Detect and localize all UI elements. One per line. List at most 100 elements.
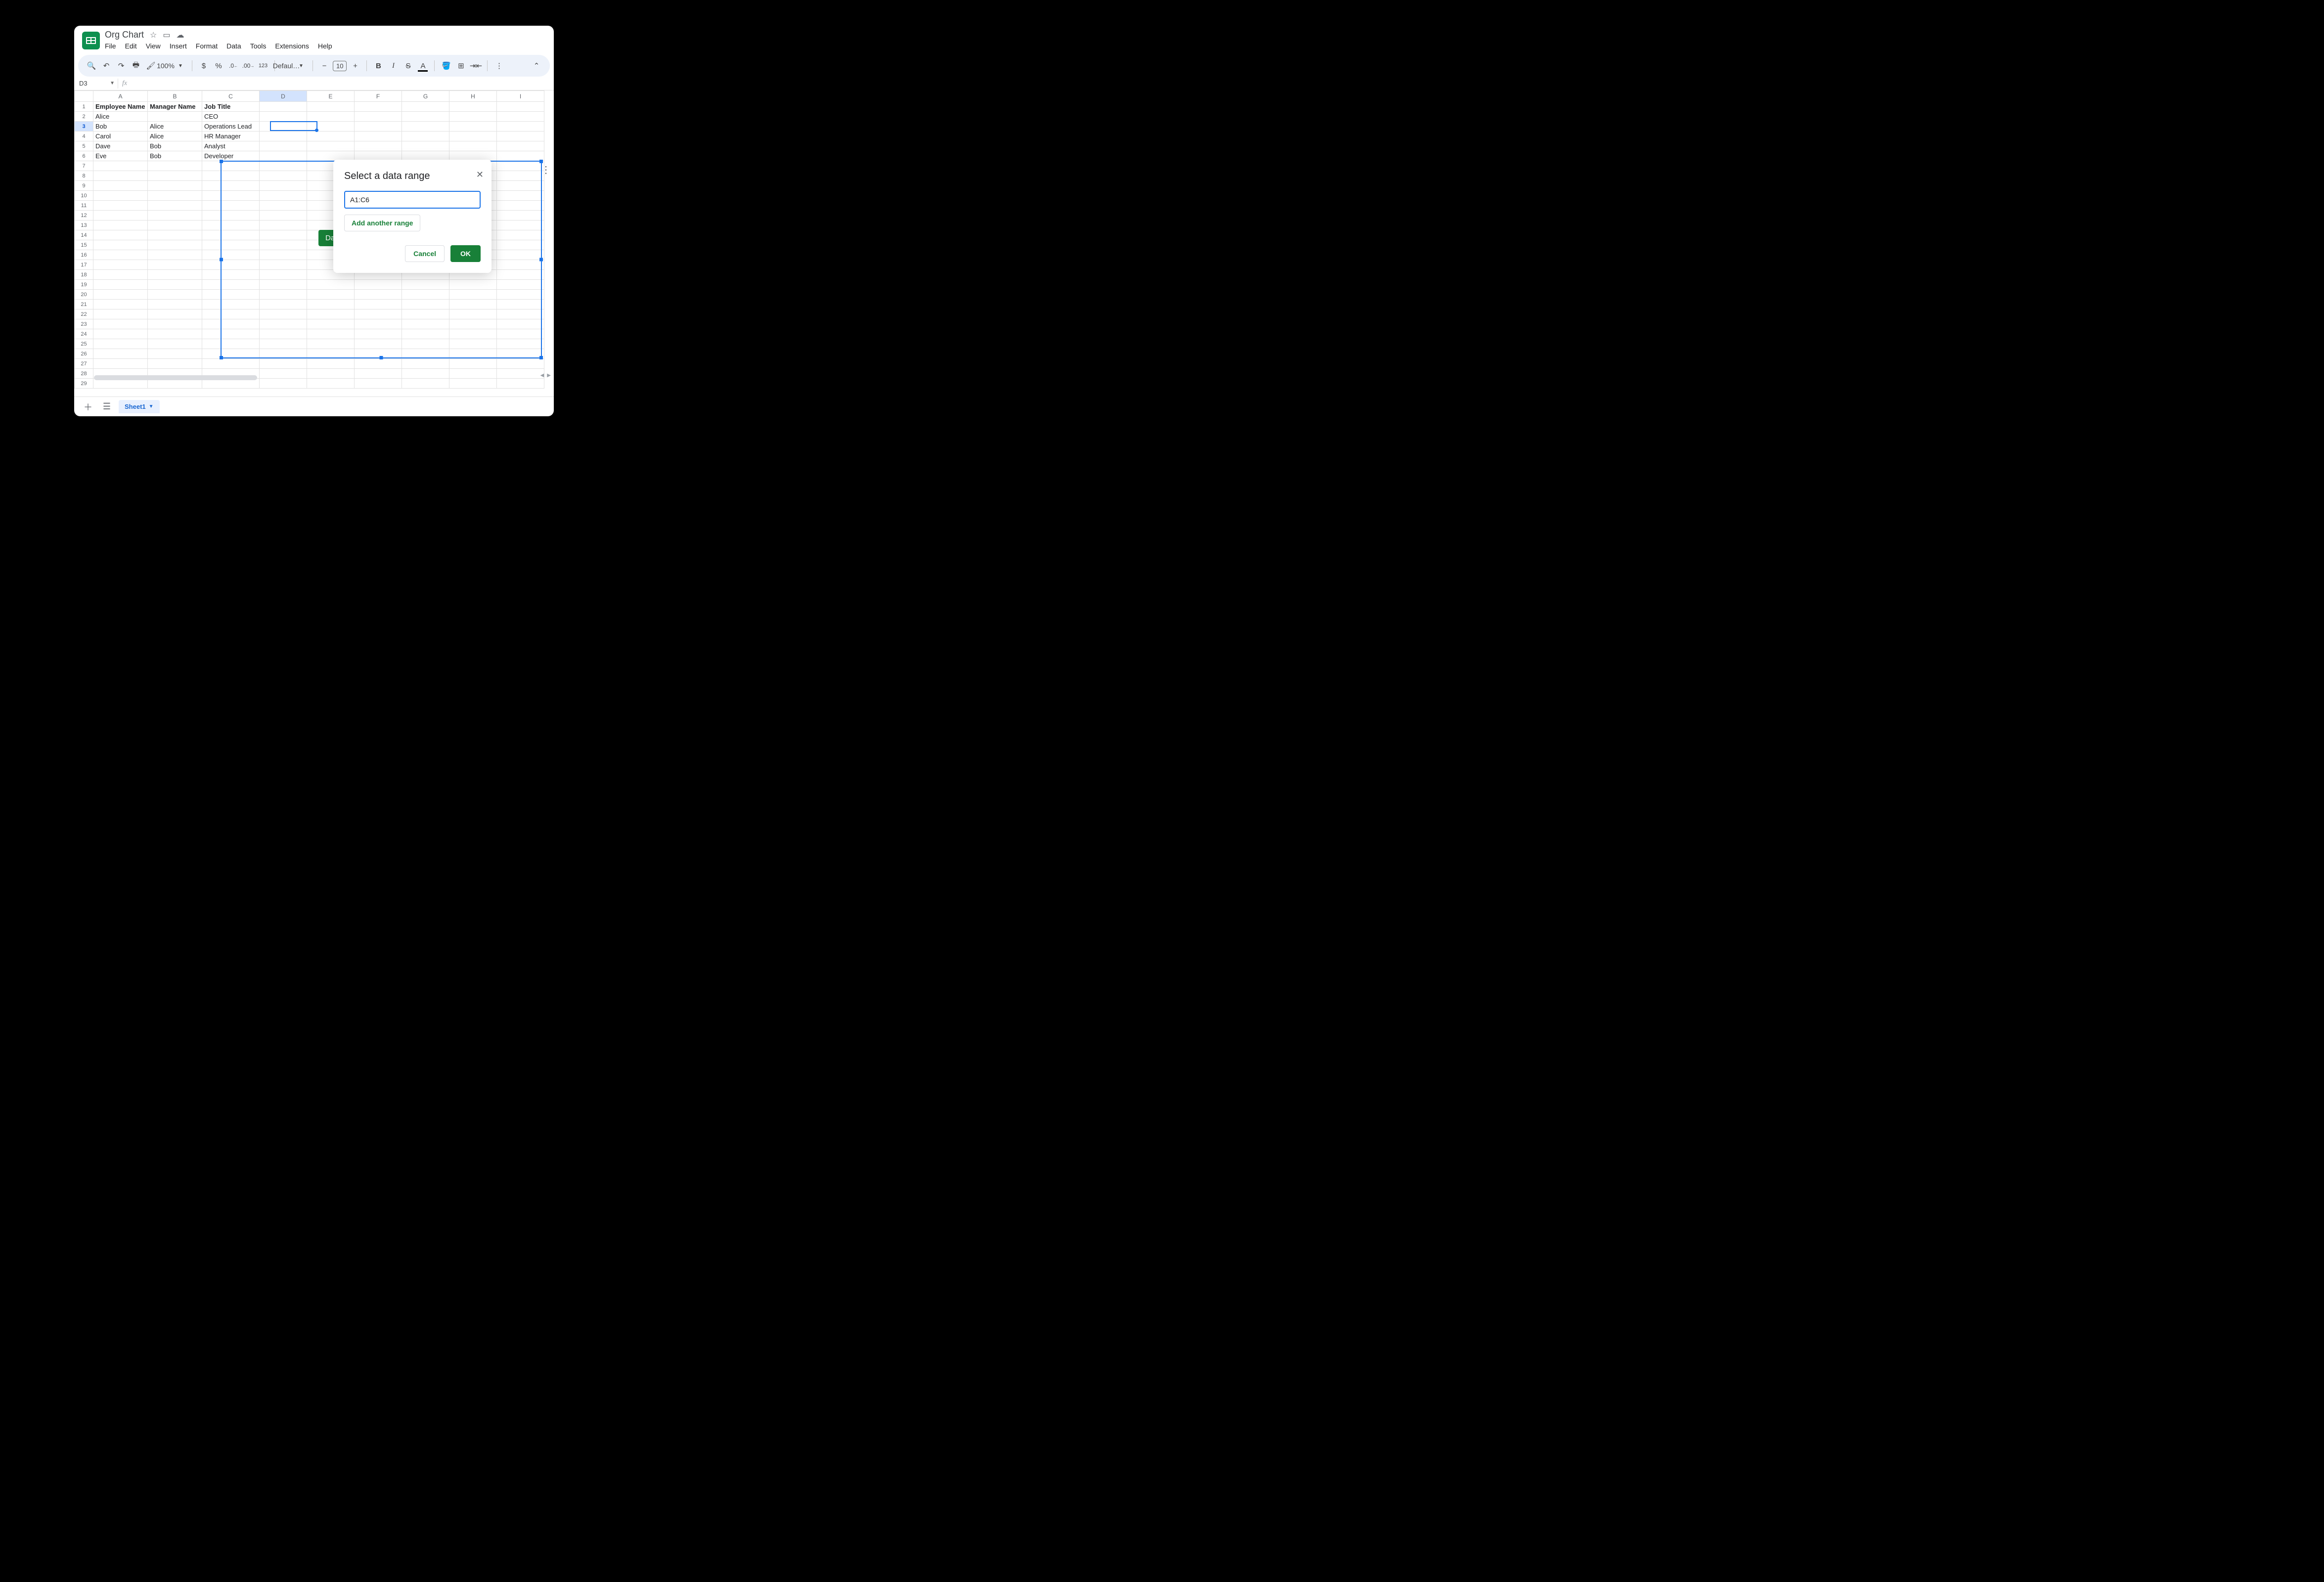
cell[interactable]: Analyst: [202, 141, 260, 151]
add-sheet-icon[interactable]: ＋: [81, 400, 95, 413]
cell[interactable]: [93, 280, 148, 290]
row-header-6[interactable]: 6: [75, 151, 93, 161]
cell[interactable]: [148, 161, 202, 171]
scroll-arrows[interactable]: ◀▶: [540, 373, 551, 378]
chart-menu-icon[interactable]: ⋮: [541, 164, 551, 176]
row-header-9[interactable]: 9: [75, 181, 93, 191]
cell[interactable]: [93, 171, 148, 181]
row-header-22[interactable]: 22: [75, 309, 93, 319]
row-header-16[interactable]: 16: [75, 250, 93, 260]
text-color-icon[interactable]: A: [416, 59, 429, 72]
merge-cells-icon[interactable]: ⇥⇤: [469, 59, 482, 72]
cell[interactable]: [148, 171, 202, 181]
cell[interactable]: [260, 359, 307, 369]
cell[interactable]: [260, 141, 307, 151]
cell[interactable]: [355, 132, 402, 141]
fill-color-icon[interactable]: 🪣: [440, 59, 452, 72]
cell[interactable]: [148, 260, 202, 270]
column-header-G[interactable]: G: [402, 91, 449, 102]
cell[interactable]: [355, 379, 402, 389]
cell[interactable]: [260, 122, 307, 132]
row-header-27[interactable]: 27: [75, 359, 93, 369]
cell[interactable]: [307, 141, 355, 151]
font-size-input[interactable]: 10: [333, 61, 347, 71]
cell[interactable]: Alice: [93, 112, 148, 122]
cell[interactable]: [148, 220, 202, 230]
cell[interactable]: [497, 369, 544, 379]
cell[interactable]: Carol: [93, 132, 148, 141]
menu-data[interactable]: Data: [226, 42, 241, 50]
font-dropdown-icon[interactable]: ▼: [295, 59, 308, 72]
cell[interactable]: [148, 201, 202, 211]
cell[interactable]: [449, 122, 497, 132]
cell[interactable]: [93, 329, 148, 339]
column-header-B[interactable]: B: [148, 91, 202, 102]
cell[interactable]: [148, 112, 202, 122]
row-header-23[interactable]: 23: [75, 319, 93, 329]
formula-bar[interactable]: [127, 77, 554, 90]
print-icon[interactable]: 🖶: [130, 59, 142, 72]
row-header-28[interactable]: 28: [75, 369, 93, 379]
row-header-2[interactable]: 2: [75, 112, 93, 122]
row-header-8[interactable]: 8: [75, 171, 93, 181]
cell[interactable]: [449, 359, 497, 369]
menu-file[interactable]: File: [105, 42, 116, 50]
row-header-14[interactable]: 14: [75, 230, 93, 240]
cell[interactable]: [148, 191, 202, 201]
name-box-dropdown-icon[interactable]: ▼: [110, 81, 115, 86]
column-header-A[interactable]: A: [93, 91, 148, 102]
cell[interactable]: [93, 191, 148, 201]
cell[interactable]: [93, 260, 148, 270]
cell[interactable]: [307, 112, 355, 122]
cell[interactable]: [402, 112, 449, 122]
cell[interactable]: [93, 359, 148, 369]
cell[interactable]: [449, 112, 497, 122]
cell[interactable]: Manager Name: [148, 102, 202, 112]
row-header-19[interactable]: 19: [75, 280, 93, 290]
row-header-17[interactable]: 17: [75, 260, 93, 270]
cell[interactable]: [449, 102, 497, 112]
cell[interactable]: [355, 102, 402, 112]
collapse-toolbar-icon[interactable]: ⌃: [530, 59, 543, 72]
cell[interactable]: [93, 339, 148, 349]
cell[interactable]: [402, 102, 449, 112]
cell[interactable]: [148, 230, 202, 240]
cell[interactable]: [497, 102, 544, 112]
dialog-close-icon[interactable]: ✕: [476, 170, 484, 180]
cell[interactable]: [93, 240, 148, 250]
decrease-decimal-icon[interactable]: .0←: [227, 59, 240, 72]
cell[interactable]: Alice: [148, 122, 202, 132]
cell[interactable]: [148, 359, 202, 369]
cell[interactable]: [497, 359, 544, 369]
cell[interactable]: [148, 181, 202, 191]
cell[interactable]: Bob: [148, 141, 202, 151]
cell[interactable]: Bob: [148, 151, 202, 161]
cell[interactable]: [93, 161, 148, 171]
cell[interactable]: [402, 359, 449, 369]
add-another-range-button[interactable]: Add another range: [344, 215, 420, 231]
cell[interactable]: Dave: [93, 141, 148, 151]
cell[interactable]: [260, 112, 307, 122]
cell[interactable]: [355, 369, 402, 379]
cancel-button[interactable]: Cancel: [405, 245, 445, 262]
cell[interactable]: [355, 112, 402, 122]
strikethrough-icon[interactable]: S: [402, 59, 414, 72]
cell[interactable]: [307, 379, 355, 389]
row-header-21[interactable]: 21: [75, 300, 93, 309]
row-header-20[interactable]: 20: [75, 290, 93, 300]
cell[interactable]: Alice: [148, 132, 202, 141]
undo-icon[interactable]: ↶: [100, 59, 113, 72]
borders-icon[interactable]: ⊞: [454, 59, 467, 72]
cell[interactable]: [307, 359, 355, 369]
cell[interactable]: HR Manager: [202, 132, 260, 141]
cell[interactable]: [497, 122, 544, 132]
cell[interactable]: [307, 102, 355, 112]
column-header-D[interactable]: D: [260, 91, 307, 102]
cell[interactable]: [148, 211, 202, 220]
row-header-5[interactable]: 5: [75, 141, 93, 151]
cell[interactable]: [93, 349, 148, 359]
cell[interactable]: [93, 220, 148, 230]
cell[interactable]: [307, 369, 355, 379]
move-icon[interactable]: ▭: [163, 30, 170, 40]
cell[interactable]: [402, 369, 449, 379]
